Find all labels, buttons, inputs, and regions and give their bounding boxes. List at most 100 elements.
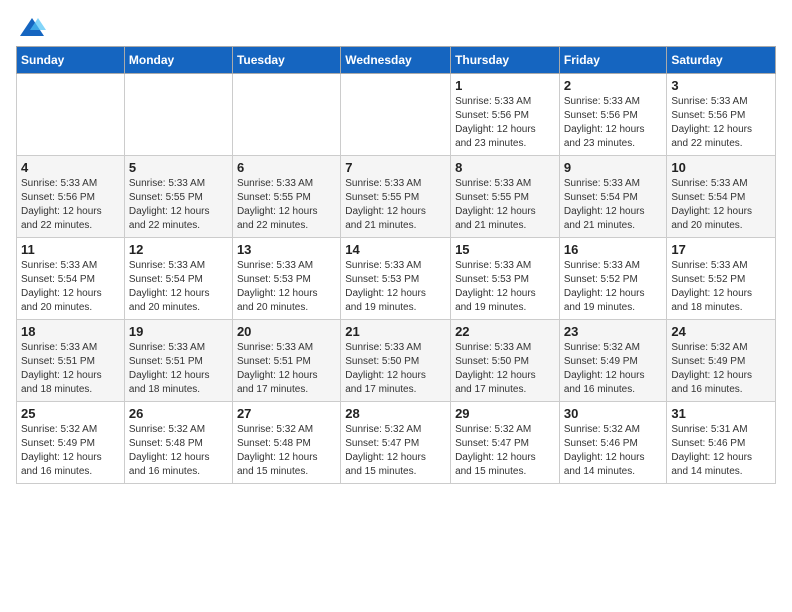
day-info: Sunrise: 5:33 AM Sunset: 5:52 PM Dayligh… xyxy=(671,259,771,315)
day-number: 30 xyxy=(564,406,663,421)
day-number: 2 xyxy=(564,78,663,93)
day-number: 15 xyxy=(455,242,555,257)
day-number: 3 xyxy=(671,78,771,93)
day-number: 27 xyxy=(237,406,336,421)
day-info: Sunrise: 5:33 AM Sunset: 5:56 PM Dayligh… xyxy=(21,177,120,233)
calendar-cell: 7 Sunrise: 5:33 AM Sunset: 5:55 PM Daylig… xyxy=(341,156,451,238)
day-number: 25 xyxy=(21,406,120,421)
day-info: Sunrise: 5:32 AM Sunset: 5:49 PM Dayligh… xyxy=(671,341,771,397)
weekday-header-row: SundayMondayTuesdayWednesdayThursdayFrid… xyxy=(17,47,776,74)
calendar-cell: 6Sunrise: 5:33 AM Sunset: 5:55 PM Daylig… xyxy=(232,156,340,238)
logo xyxy=(16,16,46,38)
day-info: Sunrise: 5:32 AM Sunset: 5:48 PM Dayligh… xyxy=(237,423,336,479)
calendar-cell xyxy=(232,74,340,156)
day-info: Sunrise: 5:32 AM Sunset: 5:47 PM Dayligh… xyxy=(345,423,446,479)
day-number: 28 xyxy=(345,406,446,421)
calendar-cell: 23Sunrise: 5:32 AM Sunset: 5:49 PM Dayli… xyxy=(559,320,667,402)
day-number: 7 xyxy=(345,160,446,175)
day-number: 17 xyxy=(671,242,771,257)
day-number: 4 xyxy=(21,160,120,175)
calendar-week-5: 25 Sunrise: 5:32 AM Sunset: 5:49 PM Dayli… xyxy=(17,402,776,484)
logo-icon xyxy=(18,16,46,38)
page-header xyxy=(16,16,776,38)
calendar-cell: 2 Sunrise: 5:33 AM Sunset: 5:56 PM Daylig… xyxy=(559,74,667,156)
calendar-cell: 16Sunrise: 5:33 AM Sunset: 5:52 PM Dayli… xyxy=(559,238,667,320)
day-number: 20 xyxy=(237,324,336,339)
calendar-week-3: 11Sunrise: 5:33 AM Sunset: 5:54 PM Dayli… xyxy=(17,238,776,320)
day-info: Sunrise: 5:33 AM Sunset: 5:56 PM Dayligh… xyxy=(564,95,663,151)
day-info: Sunrise: 5:33 AM Sunset: 5:56 PM Dayligh… xyxy=(671,95,771,151)
weekday-header-tuesday: Tuesday xyxy=(232,47,340,74)
day-info: Sunrise: 5:33 AM Sunset: 5:56 PM Dayligh… xyxy=(455,95,555,151)
calendar-table: SundayMondayTuesdayWednesdayThursdayFrid… xyxy=(16,46,776,484)
day-info: Sunrise: 5:32 AM Sunset: 5:46 PM Dayligh… xyxy=(564,423,663,479)
day-info: Sunrise: 5:33 AM Sunset: 5:55 PM Dayligh… xyxy=(129,177,228,233)
day-info: Sunrise: 5:33 AM Sunset: 5:51 PM Dayligh… xyxy=(21,341,120,397)
calendar-cell: 5 Sunrise: 5:33 AM Sunset: 5:55 PM Daylig… xyxy=(124,156,232,238)
calendar-cell: 3 Sunrise: 5:33 AM Sunset: 5:56 PM Daylig… xyxy=(667,74,776,156)
calendar-cell: 31 Sunrise: 5:31 AM Sunset: 5:46 PM Dayli… xyxy=(667,402,776,484)
calendar-cell: 21Sunrise: 5:33 AM Sunset: 5:50 PM Dayli… xyxy=(341,320,451,402)
day-info: Sunrise: 5:33 AM Sunset: 5:54 PM Dayligh… xyxy=(129,259,228,315)
day-info: Sunrise: 5:33 AM Sunset: 5:54 PM Dayligh… xyxy=(671,177,771,233)
day-info: Sunrise: 5:33 AM Sunset: 5:53 PM Dayligh… xyxy=(237,259,336,315)
day-info: Sunrise: 5:33 AM Sunset: 5:53 PM Dayligh… xyxy=(455,259,555,315)
weekday-header-wednesday: Wednesday xyxy=(341,47,451,74)
calendar-cell: 22 Sunrise: 5:33 AM Sunset: 5:50 PM Dayli… xyxy=(451,320,560,402)
day-info: Sunrise: 5:32 AM Sunset: 5:49 PM Dayligh… xyxy=(21,423,120,479)
day-number: 14 xyxy=(345,242,446,257)
day-info: Sunrise: 5:33 AM Sunset: 5:51 PM Dayligh… xyxy=(129,341,228,397)
calendar-cell: 4 Sunrise: 5:33 AM Sunset: 5:56 PM Daylig… xyxy=(17,156,125,238)
day-info: Sunrise: 5:31 AM Sunset: 5:46 PM Dayligh… xyxy=(671,423,771,479)
day-number: 10 xyxy=(671,160,771,175)
day-info: Sunrise: 5:33 AM Sunset: 5:55 PM Dayligh… xyxy=(455,177,555,233)
day-number: 18 xyxy=(21,324,120,339)
calendar-cell: 11Sunrise: 5:33 AM Sunset: 5:54 PM Dayli… xyxy=(17,238,125,320)
calendar-cell: 17 Sunrise: 5:33 AM Sunset: 5:52 PM Dayli… xyxy=(667,238,776,320)
calendar-cell: 15 Sunrise: 5:33 AM Sunset: 5:53 PM Dayli… xyxy=(451,238,560,320)
calendar-cell: 28 Sunrise: 5:32 AM Sunset: 5:47 PM Dayli… xyxy=(341,402,451,484)
weekday-header-sunday: Sunday xyxy=(17,47,125,74)
calendar-week-1: 1Sunrise: 5:33 AM Sunset: 5:56 PM Daylig… xyxy=(17,74,776,156)
calendar-cell: 18 Sunrise: 5:33 AM Sunset: 5:51 PM Dayli… xyxy=(17,320,125,402)
calendar-cell: 14 Sunrise: 5:33 AM Sunset: 5:53 PM Dayli… xyxy=(341,238,451,320)
day-number: 5 xyxy=(129,160,228,175)
calendar-cell: 9Sunrise: 5:33 AM Sunset: 5:54 PM Daylig… xyxy=(559,156,667,238)
calendar-cell xyxy=(124,74,232,156)
day-info: Sunrise: 5:33 AM Sunset: 5:50 PM Dayligh… xyxy=(455,341,555,397)
day-number: 24 xyxy=(671,324,771,339)
calendar-cell: 10 Sunrise: 5:33 AM Sunset: 5:54 PM Dayli… xyxy=(667,156,776,238)
day-number: 31 xyxy=(671,406,771,421)
calendar-cell: 30 Sunrise: 5:32 AM Sunset: 5:46 PM Dayli… xyxy=(559,402,667,484)
calendar-cell: 1Sunrise: 5:33 AM Sunset: 5:56 PM Daylig… xyxy=(451,74,560,156)
weekday-header-saturday: Saturday xyxy=(667,47,776,74)
calendar-cell: 24 Sunrise: 5:32 AM Sunset: 5:49 PM Dayli… xyxy=(667,320,776,402)
calendar-week-4: 18 Sunrise: 5:33 AM Sunset: 5:51 PM Dayli… xyxy=(17,320,776,402)
day-number: 6 xyxy=(237,160,336,175)
calendar-cell xyxy=(17,74,125,156)
calendar-cell: 29Sunrise: 5:32 AM Sunset: 5:47 PM Dayli… xyxy=(451,402,560,484)
day-info: Sunrise: 5:32 AM Sunset: 5:48 PM Dayligh… xyxy=(129,423,228,479)
calendar-cell: 8 Sunrise: 5:33 AM Sunset: 5:55 PM Daylig… xyxy=(451,156,560,238)
day-number: 26 xyxy=(129,406,228,421)
day-number: 12 xyxy=(129,242,228,257)
calendar-cell: 27 Sunrise: 5:32 AM Sunset: 5:48 PM Dayli… xyxy=(232,402,340,484)
calendar-cell: 12 Sunrise: 5:33 AM Sunset: 5:54 PM Dayli… xyxy=(124,238,232,320)
calendar-cell: 26 Sunrise: 5:32 AM Sunset: 5:48 PM Dayli… xyxy=(124,402,232,484)
day-number: 16 xyxy=(564,242,663,257)
calendar-week-2: 4 Sunrise: 5:33 AM Sunset: 5:56 PM Daylig… xyxy=(17,156,776,238)
day-info: Sunrise: 5:32 AM Sunset: 5:49 PM Dayligh… xyxy=(564,341,663,397)
day-info: Sunrise: 5:33 AM Sunset: 5:55 PM Dayligh… xyxy=(345,177,446,233)
weekday-header-friday: Friday xyxy=(559,47,667,74)
day-number: 13 xyxy=(237,242,336,257)
day-number: 8 xyxy=(455,160,555,175)
day-number: 21 xyxy=(345,324,446,339)
day-number: 22 xyxy=(455,324,555,339)
weekday-header-thursday: Thursday xyxy=(451,47,560,74)
day-info: Sunrise: 5:33 AM Sunset: 5:53 PM Dayligh… xyxy=(345,259,446,315)
day-number: 19 xyxy=(129,324,228,339)
calendar-cell: 25 Sunrise: 5:32 AM Sunset: 5:49 PM Dayli… xyxy=(17,402,125,484)
calendar-cell: 19 Sunrise: 5:33 AM Sunset: 5:51 PM Dayli… xyxy=(124,320,232,402)
day-number: 29 xyxy=(455,406,555,421)
weekday-header-monday: Monday xyxy=(124,47,232,74)
